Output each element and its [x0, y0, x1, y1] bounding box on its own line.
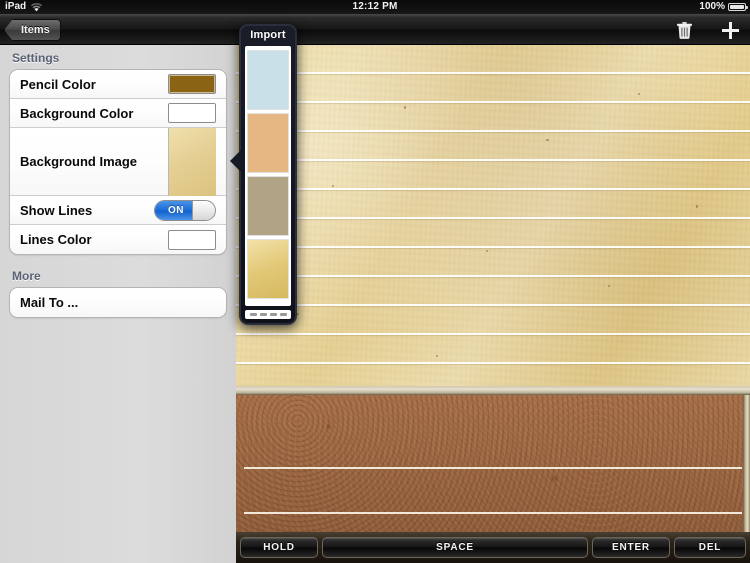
settings-group: Pencil Color Background Color Background…	[9, 69, 227, 255]
key-enter[interactable]: ENTER	[592, 537, 670, 558]
popover-arrow	[230, 150, 241, 172]
more-group: Mail To ...	[9, 287, 227, 318]
setting-row-background-color[interactable]: Background Color	[10, 99, 226, 128]
cork-board[interactable]	[236, 395, 750, 539]
show-lines-toggle-label: ON	[155, 200, 197, 220]
section-header-more: More	[12, 269, 41, 283]
key-space-label: SPACE	[436, 542, 474, 553]
paper-bottom-edge	[236, 386, 750, 395]
section-header-settings: Settings	[12, 51, 60, 65]
status-bar: iPad 12:12 PM 100%	[0, 0, 750, 14]
plus-icon[interactable]	[718, 19, 742, 42]
parchment-paper[interactable]	[236, 45, 750, 386]
import-thumbnail-khaki-paper[interactable]	[247, 176, 289, 236]
setting-label-mail-to: Mail To ...	[20, 295, 79, 310]
status-bar-right: 100%	[699, 1, 748, 12]
setting-label-background-color: Background Color	[20, 105, 134, 121]
top-toolbar: Items	[0, 14, 750, 45]
setting-row-show-lines[interactable]: Show Lines ON	[10, 196, 226, 225]
show-lines-toggle[interactable]: ON	[154, 199, 216, 221]
setting-row-pencil-color[interactable]: Pencil Color	[10, 70, 226, 99]
back-button-label: Items	[21, 24, 50, 36]
key-space[interactable]: SPACE	[322, 537, 588, 558]
key-hold-label: HOLD	[263, 542, 295, 553]
import-popover: Import	[239, 24, 297, 325]
keyboard-bar: HOLD SPACE ENTER DEL	[236, 532, 750, 563]
import-thumbnail-light-blue-paper[interactable]	[247, 50, 289, 110]
popover-pager	[245, 310, 291, 319]
popover-title: Import	[250, 29, 286, 41]
setting-row-lines-color[interactable]: Lines Color	[10, 225, 226, 254]
trash-icon[interactable]	[672, 19, 696, 42]
import-thumbnail-tan-paper[interactable]	[247, 113, 289, 173]
setting-label-pencil-color: Pencil Color	[20, 76, 96, 92]
key-del-label: DEL	[698, 542, 722, 553]
setting-row-mail-to[interactable]: Mail To ...	[10, 288, 226, 317]
setting-row-background-image[interactable]: Background Image	[10, 127, 226, 196]
back-button-items[interactable]: Items	[4, 19, 61, 41]
toolbar-actions	[672, 19, 742, 42]
pencil-color-swatch[interactable]	[168, 74, 216, 94]
battery-full-icon	[728, 2, 748, 11]
setting-label-lines-color: Lines Color	[20, 232, 92, 247]
import-thumbnail-gold-parchment-paper[interactable]	[247, 239, 289, 299]
setting-label-background-image: Background Image	[20, 154, 138, 169]
import-thumbnail-list[interactable]	[245, 46, 291, 306]
cork-right-frame	[743, 395, 750, 547]
ipad-screen: iPad 12:12 PM 100% Items Settings Pencil…	[0, 0, 750, 563]
key-enter-label: ENTER	[612, 542, 650, 553]
show-lines-toggle-knob	[192, 200, 215, 220]
setting-label-show-lines: Show Lines	[20, 202, 93, 218]
key-del[interactable]: DEL	[674, 537, 746, 558]
status-bar-clock: 12:12 PM	[352, 1, 398, 12]
lines-color-swatch[interactable]	[168, 229, 216, 250]
key-hold[interactable]: HOLD	[240, 537, 318, 558]
background-image-thumbnail[interactable]	[168, 127, 216, 196]
background-color-swatch[interactable]	[168, 103, 216, 123]
settings-sidebar: Settings Pencil Color Background Color B…	[0, 45, 236, 563]
note-canvas[interactable]	[236, 45, 750, 563]
battery-percent-label: 100%	[699, 1, 725, 12]
